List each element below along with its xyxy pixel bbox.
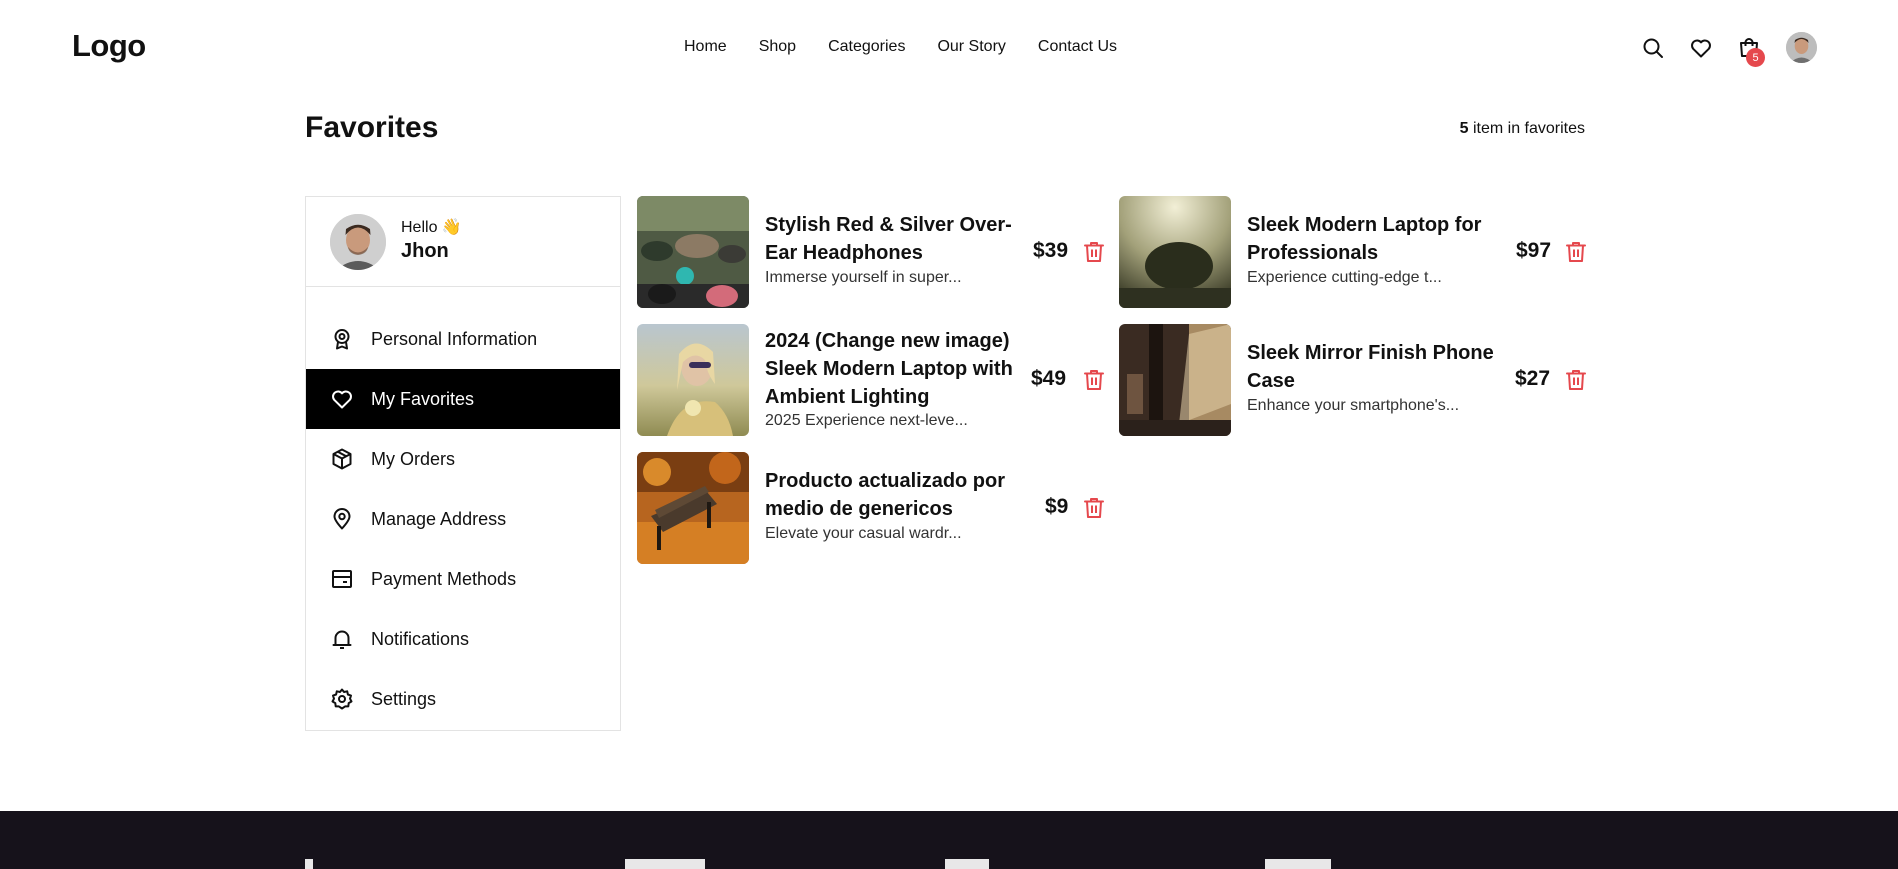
product-title[interactable]: Producto actualizado por medio de generi… bbox=[765, 467, 1035, 523]
main-nav: Home Shop Categories Our Story Contact U… bbox=[684, 38, 1149, 56]
delete-icon[interactable] bbox=[1083, 241, 1105, 263]
product-image[interactable] bbox=[637, 324, 749, 436]
favorites-count: 5 item in favorites bbox=[1300, 120, 1585, 138]
nav-contact-us[interactable]: Contact Us bbox=[1038, 38, 1117, 56]
account-sidebar: Hello 👋 Jhon Personal Information My Fav… bbox=[305, 196, 621, 731]
product-title[interactable]: 2024 (Change new image) Sleek Modern Lap… bbox=[765, 327, 1035, 411]
favorite-item[interactable]: Sleek Mirror Finish Phone Case Enhance y… bbox=[1119, 324, 1587, 436]
menu-item-label: Personal Information bbox=[371, 328, 538, 349]
menu-item-personal-information[interactable]: Personal Information bbox=[306, 309, 620, 369]
product-price: $49 bbox=[1031, 367, 1067, 390]
profile-card: Hello 👋 Jhon bbox=[306, 197, 620, 287]
product-title[interactable]: Stylish Red & Silver Over-Ear Headphones bbox=[765, 211, 1035, 267]
site-footer bbox=[0, 811, 1898, 869]
favorite-item[interactable]: Producto actualizado por medio de generi… bbox=[637, 452, 1105, 564]
delete-icon[interactable] bbox=[1083, 369, 1105, 391]
product-price: $9 bbox=[1045, 495, 1069, 518]
menu-item-label: Manage Address bbox=[371, 508, 507, 529]
page-title: Favorites bbox=[305, 111, 439, 144]
footer-heading-fragment bbox=[1265, 859, 1331, 869]
product-price: $39 bbox=[1033, 239, 1069, 262]
favorite-item[interactable]: Sleek Modern Laptop for Professionals Ex… bbox=[1119, 196, 1587, 308]
delete-icon[interactable] bbox=[1565, 369, 1587, 391]
menu-item-my-orders[interactable]: My Orders bbox=[306, 429, 620, 489]
menu-item-manage-address[interactable]: Manage Address bbox=[306, 489, 620, 549]
favorites-count-label: item in favorites bbox=[1468, 120, 1585, 137]
card-icon bbox=[330, 567, 354, 591]
favorite-item[interactable]: 2024 (Change new image) Sleek Modern Lap… bbox=[637, 324, 1105, 436]
heart-icon[interactable] bbox=[1688, 35, 1714, 61]
product-image[interactable] bbox=[637, 196, 749, 308]
menu-item-label: My Favorites bbox=[371, 388, 475, 409]
favorites-count-number: 5 bbox=[1459, 120, 1469, 137]
delete-icon[interactable] bbox=[1565, 241, 1587, 263]
menu-item-label: Settings bbox=[371, 688, 437, 709]
profile-avatar bbox=[330, 214, 386, 270]
cart-count-badge: 5 bbox=[1746, 48, 1765, 67]
bell-icon bbox=[330, 627, 354, 651]
nav-categories[interactable]: Categories bbox=[828, 38, 905, 56]
product-title[interactable]: Sleek Mirror Finish Phone Case bbox=[1247, 339, 1517, 395]
menu-item-label: My Orders bbox=[371, 448, 456, 469]
product-description: 2025 Experience next-leve... bbox=[765, 412, 968, 429]
menu-item-label: Notifications bbox=[371, 628, 470, 649]
menu-item-my-favorites[interactable]: My Favorites bbox=[306, 369, 620, 429]
box-icon bbox=[330, 447, 354, 471]
badge-icon bbox=[330, 327, 354, 351]
site-header: Logo Home Shop Categories Our Story Cont… bbox=[0, 0, 1898, 96]
nav-our-story[interactable]: Our Story bbox=[937, 38, 1005, 56]
footer-heading-fragment bbox=[945, 859, 989, 869]
menu-item-payment-methods[interactable]: Payment Methods bbox=[306, 549, 620, 609]
search-icon[interactable] bbox=[1640, 35, 1666, 61]
user-avatar[interactable] bbox=[1786, 32, 1817, 63]
product-image[interactable] bbox=[1119, 196, 1231, 308]
product-description: Immerse yourself in super... bbox=[765, 269, 962, 286]
nav-shop[interactable]: Shop bbox=[759, 38, 796, 56]
nav-home[interactable]: Home bbox=[684, 38, 727, 56]
menu-item-label: Payment Methods bbox=[371, 568, 517, 589]
location-pin-icon bbox=[330, 507, 354, 531]
favorite-item[interactable]: Stylish Red & Silver Over-Ear Headphones… bbox=[637, 196, 1105, 308]
product-price: $97 bbox=[1516, 239, 1552, 262]
account-menu: Personal Information My Favorites My Ord… bbox=[306, 309, 620, 729]
product-price: $27 bbox=[1515, 367, 1551, 390]
user-name: Jhon bbox=[401, 240, 449, 262]
product-description: Experience cutting-edge t... bbox=[1247, 269, 1442, 286]
product-title[interactable]: Sleek Modern Laptop for Professionals bbox=[1247, 211, 1517, 267]
menu-item-notifications[interactable]: Notifications bbox=[306, 609, 620, 669]
footer-heading-fragment bbox=[305, 859, 313, 869]
greeting: Hello 👋 bbox=[401, 219, 462, 236]
menu-item-settings[interactable]: Settings bbox=[306, 669, 620, 729]
product-description: Enhance your smartphone's... bbox=[1247, 397, 1460, 414]
product-image[interactable] bbox=[637, 452, 749, 564]
product-description: Elevate your casual wardr... bbox=[765, 525, 962, 542]
logo[interactable]: Logo bbox=[72, 28, 146, 64]
delete-icon[interactable] bbox=[1083, 497, 1105, 519]
gear-icon bbox=[330, 687, 354, 711]
product-image[interactable] bbox=[1119, 324, 1231, 436]
heart-icon bbox=[330, 387, 354, 411]
footer-heading-fragment bbox=[625, 859, 705, 869]
